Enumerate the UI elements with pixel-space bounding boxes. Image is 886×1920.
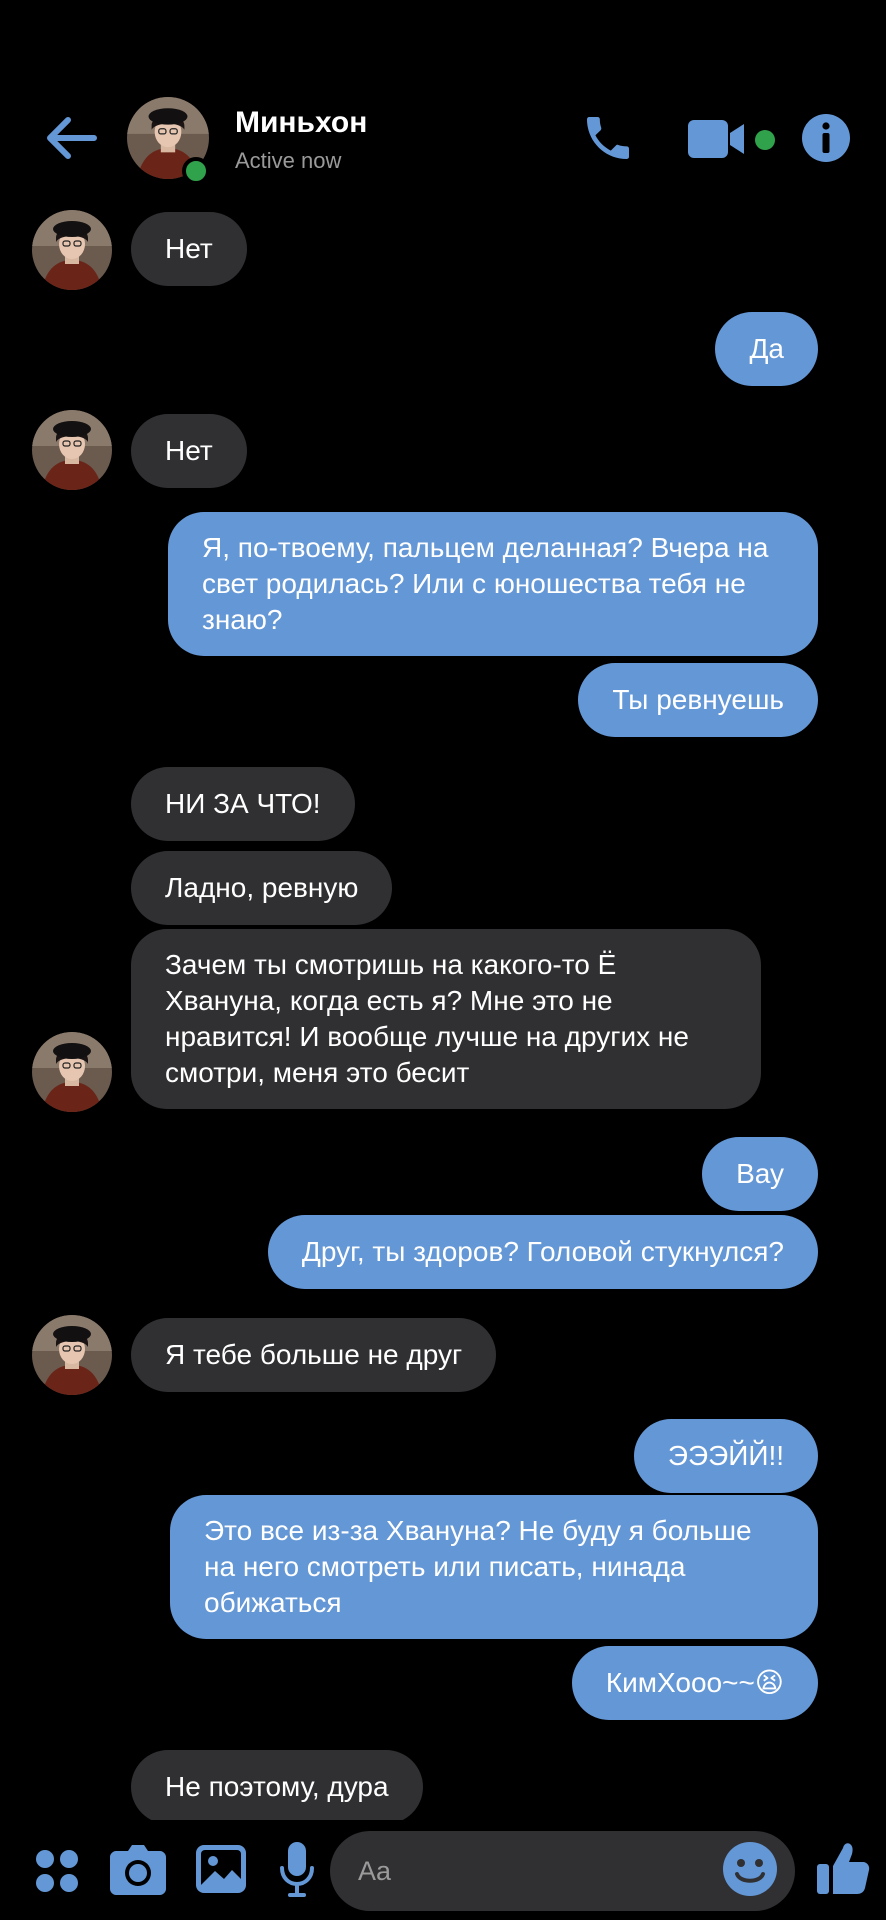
contact-avatar-small[interactable] xyxy=(32,1032,112,1112)
message-outgoing[interactable]: Я, по-твоему, пальцем деланная? Вчера на… xyxy=(168,512,818,656)
message-incoming[interactable]: Я тебе больше не друг xyxy=(131,1318,497,1392)
contact-avatar-small[interactable] xyxy=(32,1315,112,1395)
microphone-icon[interactable] xyxy=(280,1842,314,1898)
camera-icon[interactable] xyxy=(110,1845,166,1895)
online-status-dot xyxy=(182,157,210,185)
message-incoming[interactable]: НИ ЗА ЧТО! xyxy=(131,767,355,841)
smiley-icon[interactable] xyxy=(722,1841,778,1897)
message-outgoing[interactable]: Ты ревнуешь xyxy=(578,663,818,737)
chat-header xyxy=(0,0,886,205)
thumbs-up-icon[interactable] xyxy=(815,1840,871,1896)
message-outgoing[interactable]: ЭЭЭЙЙ!! xyxy=(633,1419,818,1493)
contact-avatar-small[interactable] xyxy=(32,210,112,290)
video-camera-icon[interactable] xyxy=(688,118,748,160)
message-incoming[interactable]: Не поэтому, дура xyxy=(131,1750,423,1824)
message-outgoing[interactable]: Друг, ты здоров? Головой стукнулся? xyxy=(267,1215,818,1289)
message-outgoing[interactable]: Это все из-за Хвануна? Не буду я больше … xyxy=(170,1495,818,1639)
contact-status: Active now xyxy=(235,148,342,173)
arrow-left-icon[interactable] xyxy=(42,112,100,164)
contact-avatar-small[interactable] xyxy=(32,410,112,490)
video-active-dot xyxy=(755,130,775,150)
contact-name[interactable]: Миньхон xyxy=(235,106,367,140)
info-icon[interactable] xyxy=(801,113,851,163)
message-incoming[interactable]: Нет xyxy=(131,212,247,286)
message-outgoing[interactable]: КимХооо~~😫 xyxy=(571,1646,818,1720)
message-outgoing[interactable]: Да xyxy=(715,312,818,386)
message-incoming[interactable]: Нет xyxy=(131,414,247,488)
message-input[interactable] xyxy=(358,1831,738,1911)
message-incoming[interactable]: Ладно, ревную xyxy=(131,851,393,925)
phone-icon[interactable] xyxy=(580,110,636,166)
message-outgoing[interactable]: Вау xyxy=(702,1137,818,1211)
message-incoming[interactable]: Зачем ты смотришь на какого-то Ё Хвануна… xyxy=(131,929,761,1109)
image-icon[interactable] xyxy=(196,1845,246,1893)
four-dots-icon[interactable] xyxy=(34,1848,80,1894)
